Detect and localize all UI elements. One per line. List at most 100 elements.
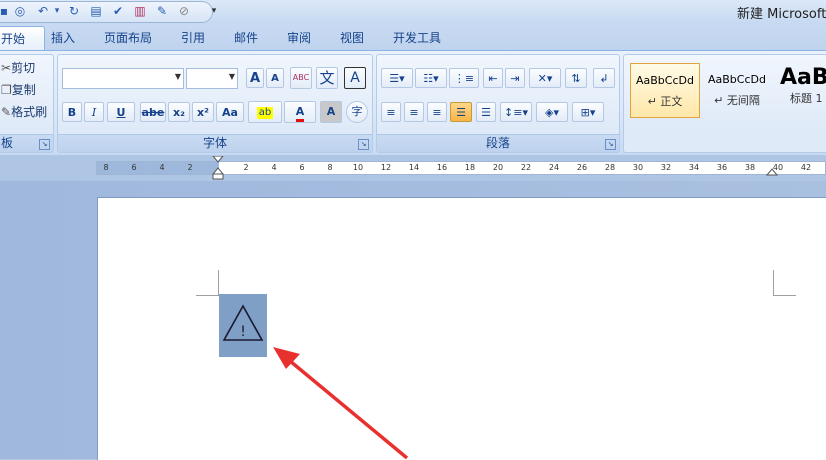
tab-page-layout[interactable]: 页面布局 — [104, 29, 152, 46]
red-arrow-annotation — [273, 347, 409, 459]
align-left-icon: ≡ — [386, 106, 396, 119]
clear-format-button[interactable]: ABC — [290, 67, 312, 89]
borders-button[interactable]: ⊞▾ — [572, 102, 604, 122]
style-no-spacing-sample: AaBbCcDd — [708, 73, 766, 86]
save-icon[interactable]: ▪ — [0, 3, 12, 19]
shrink-font-button[interactable]: A — [266, 68, 284, 88]
style-heading-1-sample: AaB — [780, 65, 826, 90]
multilevel-list-button[interactable]: ⋮≡ — [449, 68, 479, 88]
justify-button[interactable]: ☰ — [450, 102, 472, 122]
right-indent-marker-icon[interactable] — [766, 166, 778, 176]
grow-font-button[interactable]: A — [246, 68, 264, 88]
shading-button[interactable]: ◈▾ — [536, 102, 568, 122]
italic-button[interactable]: I — [84, 102, 104, 122]
character-border-button[interactable]: A — [344, 67, 366, 89]
ruler-area: 8 6 4 2 2 4 6 8 10 12 14 16 18 20 22 24 26 28 30 32 34 36 38 40… — [0, 155, 826, 181]
ruler-tick-label: 18 — [464, 163, 476, 172]
highlighter-icon: ab — [256, 107, 274, 119]
change-case-button[interactable]: Aa — [216, 102, 244, 122]
paragraph-group-label: 段落 — [377, 134, 619, 152]
ruler-tick-label: 2 — [243, 163, 249, 172]
increase-indent-button[interactable]: ⇥ — [505, 68, 525, 88]
paragraph-launcher-icon[interactable]: ↘ — [605, 139, 616, 150]
document-area: ! — [0, 181, 826, 460]
clipboard-launcher-icon[interactable]: ↘ — [39, 139, 50, 150]
undo-dropdown-icon[interactable]: ▾ — [49, 3, 65, 19]
enclose-characters-button[interactable]: 字 — [346, 101, 368, 123]
character-shading-button[interactable]: A — [320, 101, 342, 123]
strikethrough-button[interactable]: abe — [140, 102, 166, 122]
ruler-tick-label: 30 — [632, 163, 644, 172]
document-page[interactable]: ! — [97, 197, 826, 460]
print-preview-icon[interactable]: ◎ — [12, 3, 28, 19]
style-no-spacing-label: ↵ 无间隔 — [714, 94, 760, 107]
bullets-button[interactable]: ☰▾ — [381, 68, 413, 88]
style-heading-1-label: 标题 1 — [790, 92, 823, 105]
align-left-button[interactable]: ≡ — [381, 102, 401, 122]
chevron-down-icon: ▼ — [228, 72, 235, 81]
phonetic-guide-button[interactable]: 文 — [316, 67, 338, 89]
tab-references[interactable]: 引用 — [181, 29, 205, 46]
brush-icon[interactable]: ⊘ — [176, 3, 192, 19]
horizontal-ruler[interactable]: 8 6 4 2 2 4 6 8 10 12 14 16 18 20 22 24 26 28 30 32 34 36 38 40… — [96, 156, 826, 180]
ruler-tick-label: 6 — [299, 163, 305, 172]
font-size-input[interactable]: ▼ — [186, 68, 238, 89]
picture-icon[interactable]: ✎ — [154, 3, 170, 19]
align-center-button[interactable]: ≡ — [404, 102, 424, 122]
spelling-icon[interactable]: ✔ — [110, 3, 126, 19]
align-right-button[interactable]: ≡ — [427, 102, 447, 122]
distributed-button[interactable]: ☰ — [476, 102, 496, 122]
bold-button[interactable]: B — [62, 102, 82, 122]
paragraph-mark-icon: ↲ — [599, 72, 609, 85]
cut-button[interactable]: ✂剪切 — [1, 59, 35, 76]
chinese-layout-button[interactable]: ✕▾ — [529, 68, 561, 88]
copy-button[interactable]: ❐复制 — [1, 81, 36, 98]
sort-button[interactable]: ⇅ — [565, 68, 587, 88]
show-marks-button[interactable]: ↲ — [593, 68, 615, 88]
paint-bucket-icon: ◈▾ — [545, 106, 559, 119]
ruler-tick-label: 4 — [271, 163, 277, 172]
ruler-tick-label: 6 — [131, 163, 137, 172]
tab-mailings[interactable]: 邮件 — [234, 29, 258, 46]
font-name-input[interactable]: ▼ — [62, 68, 184, 89]
style-heading-1[interactable]: AaB 标题 1 — [774, 63, 826, 118]
tab-developer[interactable]: 开发工具 — [393, 29, 441, 46]
ruler-tick-label: 22 — [520, 163, 532, 172]
document-icon[interactable]: ▥ — [132, 3, 148, 19]
style-normal-label: ↵ 正文 — [647, 95, 683, 108]
indent-icon: ⇥ — [510, 72, 520, 85]
svg-text:!: ! — [240, 324, 246, 340]
ruler-tick-label: 26 — [576, 163, 588, 172]
underline-button[interactable]: U — [107, 102, 135, 122]
tab-home-label: 开始 — [1, 32, 26, 46]
tab-home[interactable]: 开始 — [0, 26, 45, 51]
ruler-tick-label: 28 — [604, 163, 616, 172]
ruler-tick-label: 8 — [103, 163, 109, 172]
selected-inline-shape[interactable]: ! — [219, 294, 267, 357]
ruler-tick-label: 8 — [327, 163, 333, 172]
tab-review[interactable]: 审阅 — [287, 29, 311, 46]
redo-icon[interactable]: ↻ — [66, 3, 82, 19]
indent-marker-icon[interactable] — [211, 156, 225, 180]
preview-icon[interactable]: ▤ — [88, 3, 104, 19]
style-no-spacing[interactable]: AaBbCcDd ↵ 无间隔 — [704, 63, 770, 118]
customize-icon[interactable]: ▾ — [206, 3, 222, 19]
tab-insert[interactable]: 插入 — [51, 29, 75, 46]
subscript-button[interactable]: x₂ — [168, 102, 190, 122]
style-normal[interactable]: AaBbCcDd ↵ 正文 — [630, 63, 700, 118]
font-color-button[interactable]: A — [284, 101, 316, 123]
highlight-button[interactable]: ab — [248, 101, 282, 123]
line-spacing-button[interactable]: ↕≡▾ — [500, 102, 532, 122]
decrease-indent-button[interactable]: ⇤ — [483, 68, 503, 88]
outdent-icon: ⇤ — [488, 72, 498, 85]
crop-mark-top-right — [773, 270, 796, 296]
ruler-tick-label: 32 — [660, 163, 672, 172]
format-painter-button[interactable]: ✎格式刷 — [1, 103, 47, 120]
brush-icon: ✎ — [1, 105, 12, 119]
superscript-button[interactable]: x² — [192, 102, 214, 122]
numbering-button[interactable]: ☷▾ — [415, 68, 447, 88]
ruler-tick-label: 42 — [800, 163, 812, 172]
font-launcher-icon[interactable]: ↘ — [358, 139, 369, 150]
tab-view[interactable]: 视图 — [340, 29, 364, 46]
sort-icon: ⇅ — [571, 72, 581, 85]
